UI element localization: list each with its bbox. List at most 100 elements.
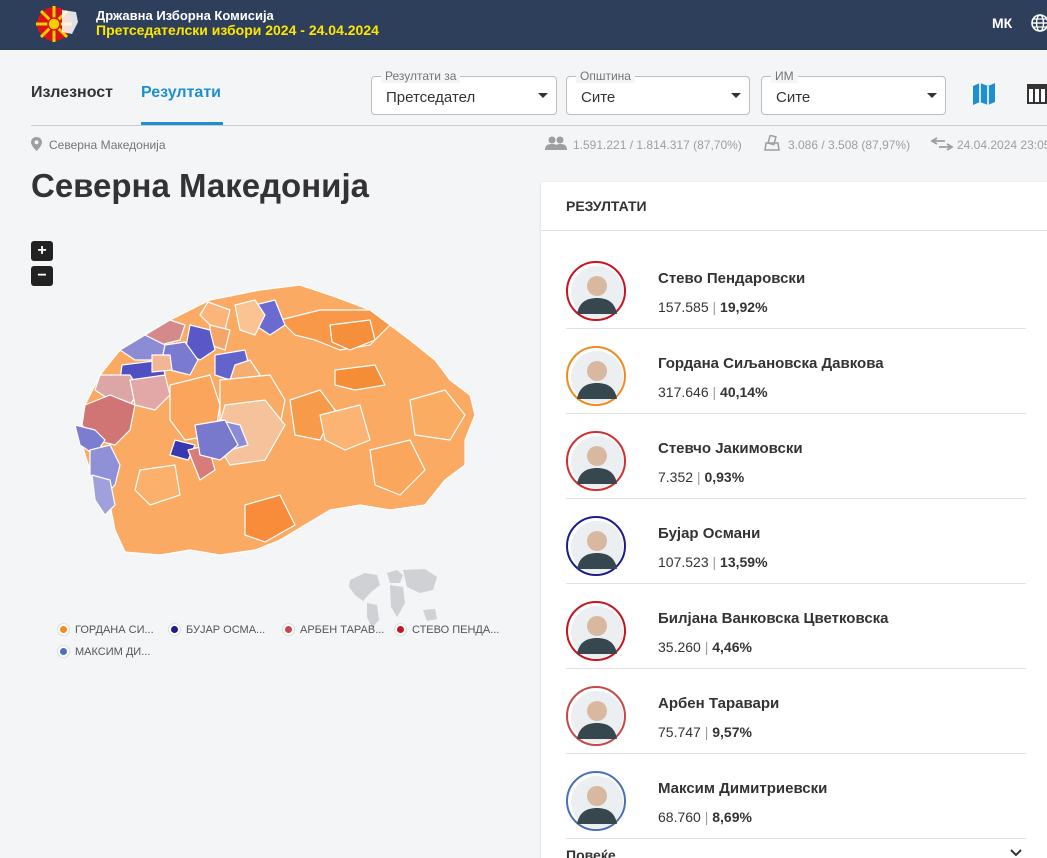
candidate-avatar: [566, 346, 626, 406]
candidate-name: Гордана Сиљановска Давкова: [658, 355, 884, 372]
candidate-name: Арбен Таравари: [658, 695, 780, 712]
voters-count: 1.591.221 / 1.814.317 (87,70%): [573, 138, 742, 152]
location-pin-icon: [31, 137, 42, 151]
people-icon: [545, 136, 567, 150]
portrait-icon: [571, 521, 623, 573]
municipality-choropleth-map[interactable]: [70, 280, 480, 560]
page-title: Северна Македонија: [31, 167, 369, 204]
candidate-percent: 13,59%: [720, 554, 768, 570]
candidate-votes: 157.585: [658, 299, 709, 315]
candidate-percent: 40,14%: [720, 384, 768, 400]
candidate-name: Стево Пендаровски: [658, 270, 806, 287]
map-region: [334, 364, 386, 391]
portrait-icon: [571, 691, 623, 743]
candidate-avatar: [566, 261, 626, 321]
candidate-result: 157.585 | 19,92%: [658, 299, 768, 315]
legend-label: АРБЕН ТАРАВ...: [300, 624, 385, 636]
candidate-name: Стевчо Јакимовски: [658, 440, 803, 457]
candidate-percent: 0,93%: [704, 469, 745, 485]
divider: [541, 230, 1047, 231]
ballot-box-icon: [764, 135, 780, 151]
candidate-row[interactable]: Гордана Сиљановска Давкова 317.646 | 40,…: [566, 329, 1026, 414]
candidate-row[interactable]: Максим Димитриевски 68.760 | 8,69%: [566, 754, 1026, 839]
legend-item[interactable]: СТЕВО ПЕНДА...: [395, 624, 499, 636]
swap-arrows-icon: [931, 137, 953, 151]
legend-item[interactable]: МАКСИМ ДИ...: [58, 646, 150, 658]
candidate-row[interactable]: Бујар Османи 107.523 | 13,59%: [566, 499, 1026, 584]
tab-turnout[interactable]: Излезност: [31, 84, 113, 102]
top-bar: Државна Изборна Комисија Претседателски …: [0, 0, 1047, 50]
candidate-avatar: [566, 771, 626, 831]
legend-label: ГОРДАНА СИ...: [75, 624, 154, 636]
legend-item[interactable]: БУЈАР ОСМА...: [169, 624, 265, 636]
candidate-votes: 75.747: [658, 724, 701, 740]
legend-dot-rose: [283, 624, 294, 635]
chevron-down-icon[interactable]: [1009, 846, 1023, 858]
portrait-icon: [571, 606, 623, 658]
candidate-name: Максим Димитриевски: [658, 780, 828, 797]
legend-dot-red: [395, 624, 406, 635]
world-map-watermark: [349, 569, 437, 628]
candidate-votes: 107.523: [658, 554, 709, 570]
candidate-avatar: [566, 686, 626, 746]
candidate-percent: 9,57%: [712, 724, 752, 740]
im-label: ИМ: [771, 69, 798, 83]
show-more-button[interactable]: Повеќе: [566, 847, 616, 858]
last-updated: 24.04.2024 23:05: [957, 138, 1047, 152]
tab-results[interactable]: Резултати: [141, 84, 221, 102]
legend-label: МАКСИМ ДИ...: [75, 646, 151, 658]
legend-item[interactable]: АРБЕН ТАРАВ...: [283, 624, 384, 636]
candidate-result: 68.760 | 8,69%: [658, 809, 752, 825]
candidate-percent: 19,92%: [720, 299, 768, 315]
breadcrumb-location[interactable]: Северна Македонија: [49, 138, 166, 152]
portrait-icon: [571, 351, 623, 403]
municipality-label: Општина: [576, 69, 635, 83]
candidate-row[interactable]: Билјана Ванковска Цветковска 35.260 | 4,…: [566, 584, 1026, 669]
results-for-label: Резултати за: [381, 69, 461, 83]
candidate-percent: 8,69%: [712, 809, 752, 825]
caret-down-icon: [731, 93, 741, 98]
portrait-icon: [571, 436, 623, 488]
im-select[interactable]: ИМ Сите: [761, 69, 946, 115]
legend-item[interactable]: ГОРДАНА СИ...: [58, 624, 154, 636]
portrait-icon: [571, 266, 623, 318]
candidate-row[interactable]: Арбен Таравари 75.747 | 9,57%: [566, 669, 1026, 754]
candidate-avatar: [566, 516, 626, 576]
globe-icon[interactable]: [1030, 13, 1047, 33]
results-for-value: Претседател: [386, 89, 476, 106]
divider: [31, 125, 1047, 126]
municipality-select[interactable]: Општина Сите: [566, 69, 750, 115]
sun-emblem-logo[interactable]: [32, 4, 80, 44]
language-selector[interactable]: МК: [992, 15, 1012, 31]
zoom-out-button[interactable]: −: [31, 266, 53, 286]
candidate-row[interactable]: Стево Пендаровски 157.585 | 19,92%: [566, 244, 1026, 329]
municipality-value: Сите: [581, 89, 616, 106]
candidate-votes: 7.352: [658, 469, 694, 485]
zoom-in-button[interactable]: +: [31, 241, 53, 261]
candidate-percent: 4,46%: [712, 639, 752, 655]
org-name: Државна Изборна Комисија: [96, 8, 274, 23]
legend-dot-blue: [58, 646, 69, 657]
results-panel-title: РЕЗУЛТАТИ: [566, 198, 647, 214]
results-for-select[interactable]: Резултати за Претседател: [371, 69, 557, 115]
legend-dot-orange: [58, 624, 69, 635]
caret-down-icon: [538, 93, 548, 98]
legend-label: БУЈАР ОСМА...: [186, 624, 266, 636]
candidate-result: 7.352 | 0,93%: [658, 469, 745, 485]
candidate-result: 75.747 | 9,57%: [658, 724, 752, 740]
candidate-votes: 68.760: [658, 809, 701, 825]
table-icon[interactable]: [1026, 82, 1047, 106]
caret-down-icon: [927, 93, 937, 98]
candidate-name: Билјана Ванковска Цветковска: [658, 610, 889, 627]
candidate-result: 317.646 | 40,14%: [658, 384, 768, 400]
legend-dot-navy: [169, 624, 180, 635]
candidate-votes: 317.646: [658, 384, 709, 400]
polling-stations-count: 3.086 / 3.508 (87,97%): [788, 138, 911, 152]
results-panel: РЕЗУЛТАТИ Стево Пендаровски 157.585 | 19…: [541, 182, 1047, 858]
candidate-avatar: [566, 601, 626, 661]
candidate-row[interactable]: Стевчо Јакимовски 7.352 | 0,93%: [566, 414, 1026, 499]
election-title: Претседателски избори 2024 - 24.04.2024: [96, 22, 379, 38]
portrait-icon: [571, 776, 623, 828]
map-icon[interactable]: [970, 80, 998, 108]
legend-label: СТЕВО ПЕНДА...: [412, 624, 500, 636]
